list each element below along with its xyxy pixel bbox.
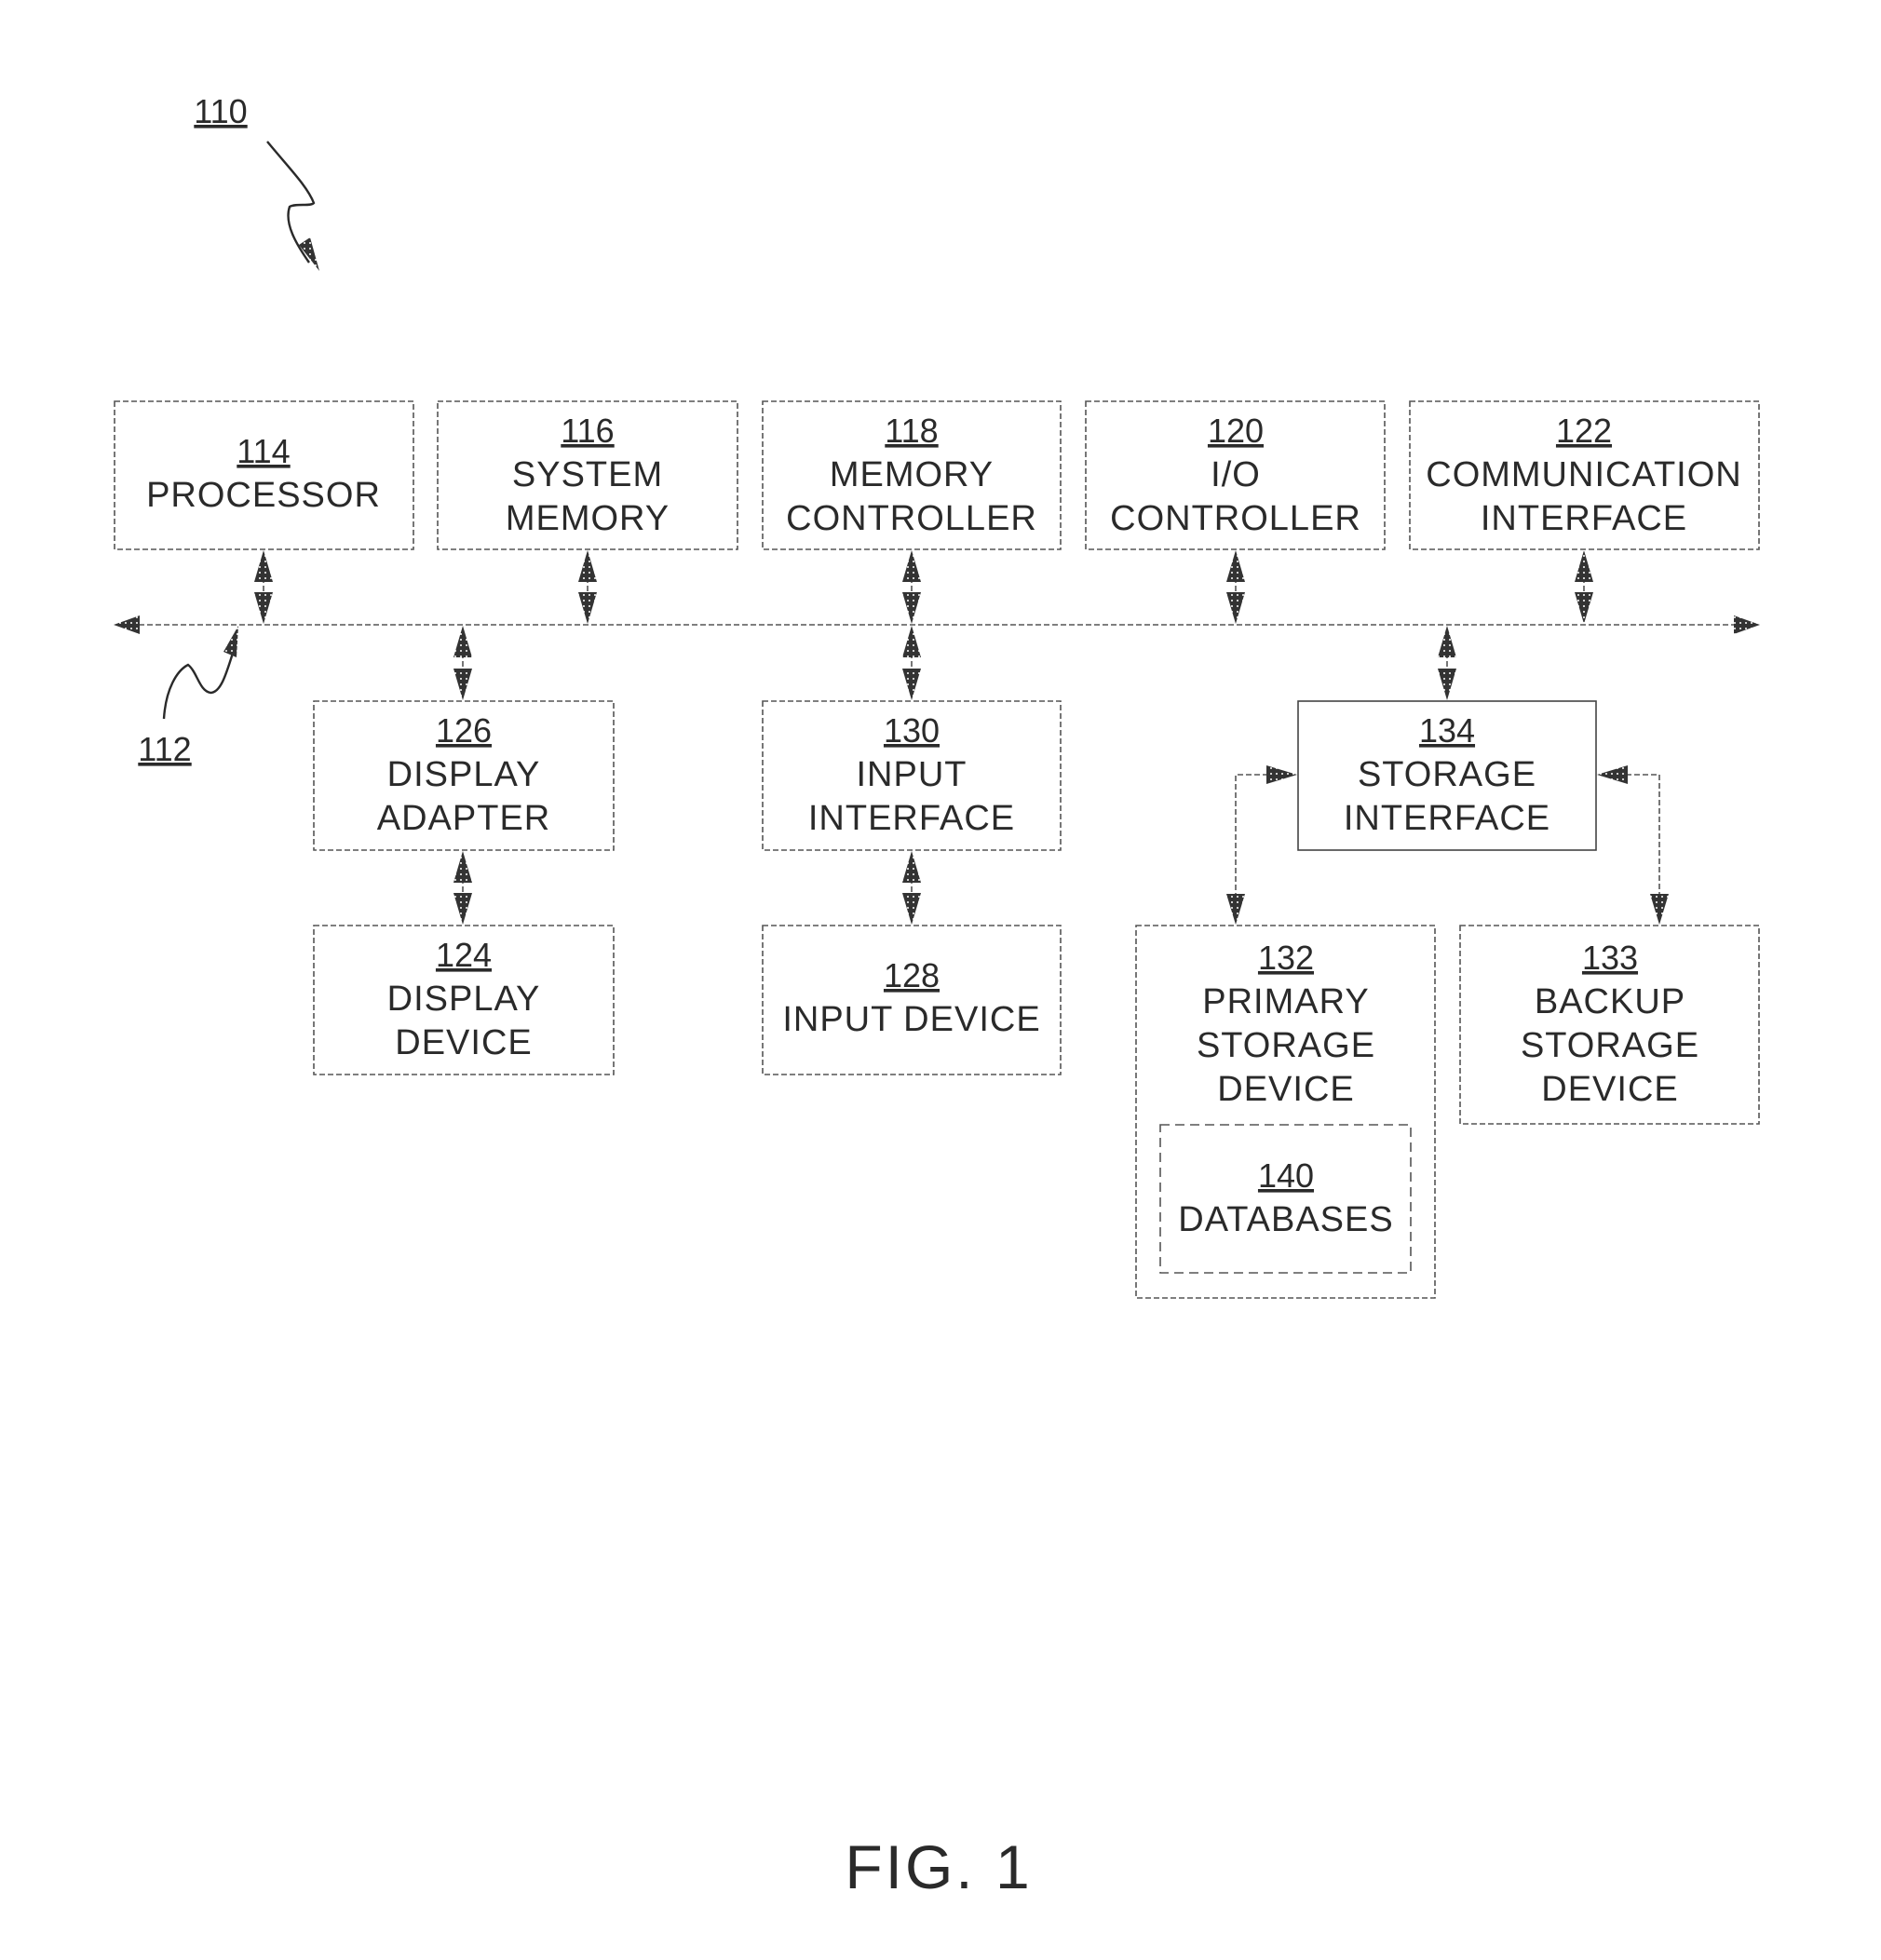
arrowhead-down-icon — [1226, 894, 1245, 925]
block-label-line-2: INTERFACE — [1344, 799, 1550, 838]
system-reference-arrow — [266, 141, 319, 271]
block-label-line-2: CONTROLLER — [1110, 499, 1361, 538]
block-input-device[interactable]: 128 INPUT DEVICE — [762, 925, 1062, 1075]
block-display-adapter[interactable]: 126 DISPLAY ADAPTER — [313, 700, 615, 851]
bus-left-arrowhead-icon — [114, 615, 140, 634]
block-label-line-2: ADAPTER — [377, 799, 550, 838]
block-label-line-1: DISPLAY — [387, 980, 541, 1019]
arrowhead-up-icon — [1575, 550, 1593, 582]
block-storage-interface[interactable]: 134 STORAGE INTERFACE — [1297, 700, 1597, 851]
block-ref: 126 — [436, 711, 492, 750]
block-communication-interface[interactable]: 122 COMMUNICATION INTERFACE — [1409, 400, 1760, 550]
arrowhead-up-icon — [453, 851, 472, 883]
connector-line — [1626, 774, 1660, 894]
block-processor[interactable]: 114 PROCESSOR — [114, 400, 414, 550]
block-label-line-1: COMMUNICATION — [1426, 455, 1742, 494]
arrowhead-up-icon — [902, 550, 921, 582]
block-label-line-2: STORAGE — [1197, 1026, 1375, 1065]
block-label-line-3: DEVICE — [1541, 1070, 1678, 1109]
block-label-line-1: DISPLAY — [387, 755, 541, 794]
bus-right-arrowhead-icon — [1734, 615, 1760, 634]
arrowhead-up-icon — [254, 550, 273, 582]
connector-line — [1235, 774, 1268, 894]
block-ref: 116 — [561, 412, 614, 450]
block-label-line-1: INPUT — [857, 755, 968, 794]
arrowhead-up-icon — [1226, 550, 1245, 582]
arrowhead-down-icon — [578, 592, 597, 624]
block-label-line-1: INPUT DEVICE — [782, 1000, 1040, 1039]
block-label-line-1: STORAGE — [1358, 755, 1536, 794]
block-label-line-1: I/O — [1211, 455, 1261, 494]
block-label-line-2: INTERFACE — [808, 799, 1015, 838]
block-ref: 120 — [1208, 412, 1264, 450]
arrowhead-down-icon — [1575, 592, 1593, 624]
block-label-line-3: DEVICE — [1217, 1070, 1354, 1109]
block-label: PROCESSOR — [146, 476, 381, 515]
block-system-memory[interactable]: 116 SYSTEM MEMORY — [437, 400, 738, 550]
link-bus-input-interface — [902, 626, 921, 700]
arrowhead-down-icon — [254, 592, 273, 624]
arrowhead-down-icon — [1226, 592, 1245, 624]
link-bus-display-adapter — [453, 626, 472, 700]
block-ref: 133 — [1582, 939, 1638, 977]
block-memory-controller[interactable]: 118 MEMORY CONTROLLER — [762, 400, 1062, 550]
bus-reference-label: 112 — [138, 730, 191, 768]
arrowhead-down-icon — [902, 592, 921, 624]
block-label-line-2: MEMORY — [506, 499, 670, 538]
block-ref: 130 — [884, 711, 940, 750]
arrowhead-icon — [299, 237, 319, 271]
block-label-line-2: STORAGE — [1521, 1026, 1699, 1065]
link-input-interface-input-device — [902, 851, 921, 925]
block-label-line-2: DEVICE — [395, 1023, 532, 1062]
block-label-line-1: BACKUP — [1535, 982, 1685, 1021]
arrowhead-down-icon — [453, 893, 472, 925]
block-label-line-1: DATABASES — [1178, 1200, 1393, 1239]
system-reference-label: 110 — [194, 92, 247, 130]
block-ref: 128 — [884, 956, 940, 994]
arrowhead-down-icon — [453, 669, 472, 700]
block-ref: 124 — [436, 936, 492, 974]
block-label-line-2: INTERFACE — [1481, 499, 1687, 538]
figure-caption: FIG. 1 — [845, 1832, 1032, 1901]
block-backup-storage-device[interactable]: 133 BACKUP STORAGE DEVICE — [1459, 925, 1760, 1125]
block-io-controller[interactable]: 120 I/O CONTROLLER — [1085, 400, 1386, 550]
link-communication-interface-bus — [1575, 550, 1593, 624]
block-ref: 122 — [1556, 412, 1612, 450]
arrowhead-down-icon — [902, 893, 921, 925]
arrowhead-down-icon — [1438, 669, 1456, 700]
block-input-interface[interactable]: 130 INPUT INTERFACE — [762, 700, 1062, 851]
system-bus — [114, 615, 1760, 634]
arrowhead-right-icon — [1266, 765, 1297, 784]
arrowhead-down-icon — [1650, 894, 1669, 925]
link-io-controller-bus — [1226, 550, 1245, 624]
block-ref: 140 — [1258, 1156, 1314, 1195]
link-storage-interface-backup — [1597, 765, 1669, 925]
block-label-line-1: PRIMARY — [1202, 982, 1369, 1021]
arrowhead-down-icon — [902, 669, 921, 700]
link-display-adapter-display-device — [453, 851, 472, 925]
arrowhead-up-icon — [1438, 626, 1456, 657]
arrowhead-left-icon — [1597, 765, 1628, 784]
block-label-line-2: CONTROLLER — [786, 499, 1037, 538]
arrowhead-up-icon — [578, 550, 597, 582]
block-ref: 134 — [1419, 711, 1475, 750]
block-ref: 114 — [237, 432, 290, 470]
link-storage-interface-primary — [1226, 765, 1297, 925]
arrowhead-icon — [223, 626, 238, 657]
arrowhead-up-icon — [902, 626, 921, 657]
block-display-device[interactable]: 124 DISPLAY DEVICE — [313, 925, 615, 1075]
block-label-line-1: SYSTEM — [512, 455, 663, 494]
link-memory-controller-bus — [902, 550, 921, 624]
block-label-line-1: MEMORY — [830, 455, 994, 494]
link-bus-storage-interface — [1438, 626, 1456, 700]
block-primary-storage-device[interactable]: 132 PRIMARY STORAGE DEVICE 140 DATABASES — [1135, 925, 1436, 1299]
link-processor-bus — [254, 550, 273, 624]
bus-reference-arrow — [162, 626, 238, 720]
block-diagram: 110 112 114 PROCESSOR 116 SYSTEM MEMORY … — [114, 92, 1760, 1901]
arrowhead-up-icon — [902, 851, 921, 883]
block-ref: 118 — [885, 412, 938, 450]
link-system-memory-bus — [578, 550, 597, 624]
arrowhead-up-icon — [453, 626, 472, 657]
block-ref: 132 — [1258, 939, 1314, 977]
